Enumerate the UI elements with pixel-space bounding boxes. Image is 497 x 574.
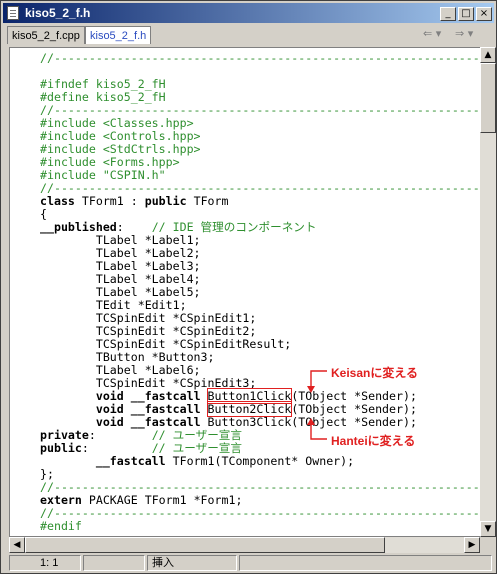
status-message	[239, 555, 492, 571]
code-line: TEdit *Edit1;	[95, 298, 187, 312]
code-line: void __fastcall Button1Click(TObject *Se…	[95, 388, 417, 404]
code-line: #endif	[40, 519, 82, 533]
code-line: //--------------------------------------…	[40, 103, 480, 117]
cursor-position: 1: 1	[9, 555, 81, 571]
tab-kiso5-2-f-cpp[interactable]: kiso5_2_f.cpp	[7, 26, 85, 44]
code-line: #define kiso5_2_fH	[40, 90, 166, 104]
status-modified	[83, 555, 145, 571]
highlighted-method: Button2Click	[206, 401, 293, 417]
code-line: class TForm1 : public TForm	[40, 194, 229, 208]
code-line: //--------------------------------------…	[40, 506, 480, 520]
code-line: #include <StdCtrls.hpp>	[40, 142, 201, 156]
close-button[interactable]: ×	[476, 7, 492, 21]
code-line: #include <Classes.hpp>	[40, 116, 194, 130]
code-line: TCSpinEdit *CSpinEdit2;	[95, 324, 257, 338]
code-line: #include <Forms.hpp>	[40, 155, 180, 169]
code-line: TLabel *Label3;	[95, 259, 201, 273]
back-button[interactable]: ⇐ ▾	[423, 27, 441, 43]
status-bar: 1: 1 挿入	[3, 554, 494, 572]
code-line: TLabel *Label5;	[95, 285, 201, 299]
code-line: #ifndef kiso5_2_fH	[40, 77, 166, 91]
forward-button[interactable]: ⇒ ▾	[455, 27, 473, 43]
code-line: TCSpinEdit *CSpinEdit1;	[95, 311, 257, 325]
code-line: TLabel *Label4;	[95, 272, 201, 286]
horizontal-scrollbar[interactable]: ◀ ▶	[9, 537, 480, 553]
scroll-down-icon[interactable]: ▼	[480, 521, 496, 537]
code-line: //--------------------------------------…	[40, 51, 480, 65]
code-line: private: // ユーザー宣言	[40, 428, 242, 442]
code-line: {	[40, 207, 47, 221]
code-line: extern PACKAGE TForm1 *Form1;	[40, 493, 243, 507]
code-line: public: // ユーザー宣言	[40, 441, 242, 455]
tab-bar: kiso5_2_f.cpp kiso5_2_f.h ⇐ ▾ ⇒ ▾	[3, 24, 494, 46]
code-line: TLabel *Label1;	[95, 233, 201, 247]
scroll-up-icon[interactable]: ▲	[480, 47, 496, 63]
code-line: TCSpinEdit *CSpinEditResult;	[95, 337, 292, 351]
code-line: TLabel *Label2;	[95, 246, 201, 260]
editor-window: kiso5_2_f.h _ □ × kiso5_2_f.cpp kiso5_2_…	[0, 0, 497, 574]
code-line: __fastcall TForm1(TComponent* Owner);	[95, 454, 355, 468]
horizontal-scroll-thumb[interactable]	[25, 537, 385, 553]
maximize-button[interactable]: □	[458, 7, 474, 21]
code-line: TLabel *Label6;	[95, 363, 201, 377]
scroll-right-icon[interactable]: ▶	[464, 537, 480, 553]
code-line: TButton *Button3;	[95, 350, 215, 364]
highlighted-method: Button1Click	[206, 388, 293, 404]
annotation-arrows	[307, 370, 327, 440]
source-code[interactable]: //--------------------------------------…	[40, 51, 480, 533]
code-line: };	[40, 467, 54, 481]
minimize-button[interactable]: _	[440, 7, 456, 21]
code-line: #include "CSPIN.h"	[40, 168, 166, 182]
scroll-left-icon[interactable]: ◀	[9, 537, 25, 553]
document-icon	[7, 6, 19, 20]
code-line: //--------------------------------------…	[40, 181, 480, 195]
insert-mode: 挿入	[147, 555, 237, 571]
code-line: TCSpinEdit *CSpinEdit3;	[95, 376, 257, 390]
code-line: void __fastcall Button2Click(TObject *Se…	[95, 401, 417, 417]
code-line: void __fastcall Button3Click(TObject *Se…	[95, 415, 417, 429]
code-line: __published: // IDE 管理のコンポーネント	[40, 220, 317, 234]
editor-gutter	[10, 48, 35, 536]
vertical-scrollbar[interactable]: ▲ ▼	[480, 47, 496, 537]
title-bar[interactable]: kiso5_2_f.h _ □ ×	[3, 3, 494, 23]
code-line: //--------------------------------------…	[40, 480, 480, 494]
code-editor[interactable]: //--------------------------------------…	[9, 47, 481, 537]
window-title: kiso5_2_f.h	[25, 6, 91, 20]
code-line: #include <Controls.hpp>	[40, 129, 201, 143]
vertical-scroll-thumb[interactable]	[480, 63, 496, 133]
tab-kiso5-2-f-h[interactable]: kiso5_2_f.h	[85, 26, 151, 44]
